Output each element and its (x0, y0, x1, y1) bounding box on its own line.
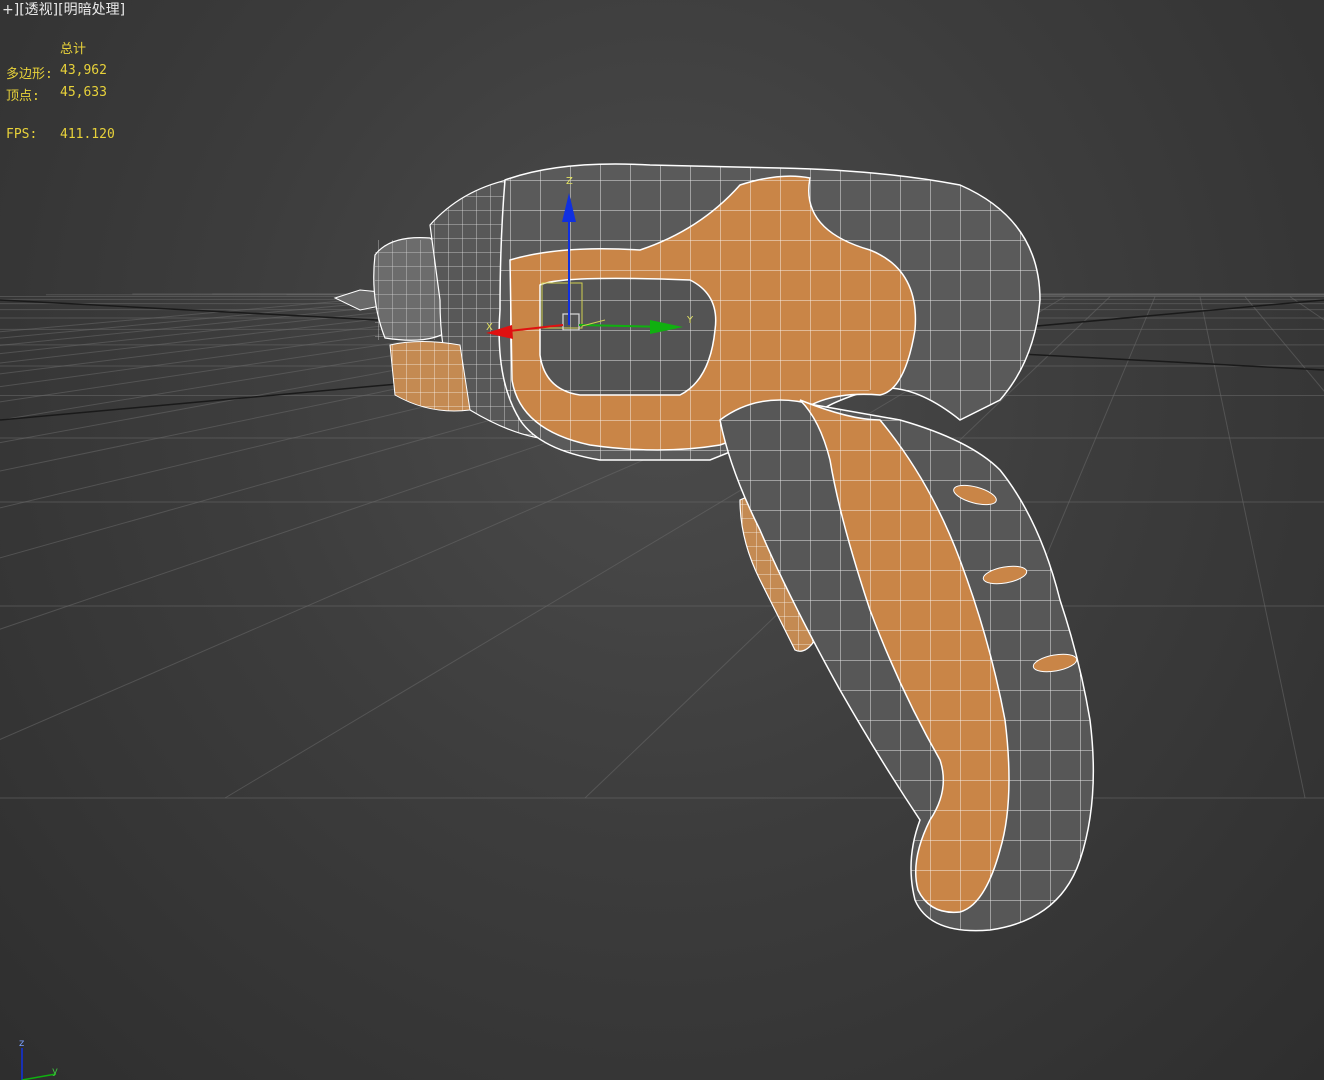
scene-canvas[interactable] (0, 0, 1324, 1080)
stats-polygons-value: 43,962 (60, 63, 107, 78)
stats-fps-value: 411.120 (60, 127, 115, 142)
tripod-y-label: y (52, 1066, 58, 1077)
bit-tip (333, 289, 381, 311)
viewport-view-menu[interactable]: 透视 (25, 2, 53, 18)
grid-line (1244, 296, 1324, 392)
stats-polygons-label: 多边形: (6, 67, 53, 82)
screwdriver-model[interactable] (333, 150, 1120, 940)
stats-vertices-label: 顶点: (6, 89, 40, 104)
bracket: ][ (52, 2, 64, 18)
viewport-plus-menu[interactable]: + (2, 2, 14, 18)
stats-fps-label: FPS: (6, 127, 38, 142)
grid-line (1199, 296, 1306, 799)
grid-line (0, 296, 391, 333)
gizmo-x-label: X (486, 322, 493, 333)
bracket: ] (119, 2, 126, 18)
gizmo-y-label: Y (687, 315, 694, 326)
viewport-shading-menu[interactable]: 明暗处理 (64, 2, 120, 18)
grid-line (1289, 296, 1324, 321)
stats-vertices-value: 45,633 (60, 85, 107, 100)
bracket: ][ (13, 2, 25, 18)
axis-tripod (21, 1048, 57, 1080)
gizmo-z-label: Z (566, 176, 573, 187)
tripod-z-label: z (19, 1038, 25, 1049)
viewport-label[interactable]: +][透视][明暗处理] (2, 0, 125, 20)
grid-line (0, 296, 436, 339)
stats-header: 总计 (60, 42, 87, 57)
viewport-perspective[interactable]: +][透视][明暗处理] 总计 多边形: 43,962 顶点: 45,633 F… (0, 0, 1324, 1080)
